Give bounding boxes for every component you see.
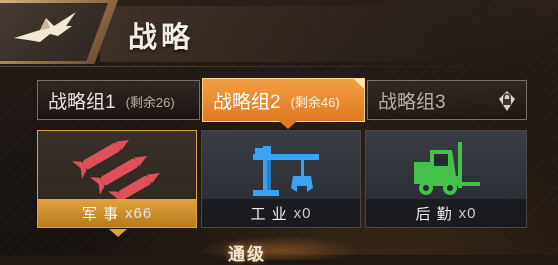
card-military[interactable]: 军 事 x66: [37, 130, 197, 228]
tab-remaining-count: (剩余26): [125, 95, 175, 110]
card-label: 后 勤 x0: [366, 199, 526, 227]
card-art: [366, 131, 526, 201]
lock-icon: [499, 91, 515, 111]
card-art: [202, 131, 360, 201]
card-count: x0: [293, 204, 312, 222]
card-count: x0: [458, 204, 477, 222]
page-title: 战略: [128, 22, 195, 54]
card-name: 军 事: [81, 205, 119, 223]
card-name: 后 勤: [415, 205, 453, 223]
strategy-group-tabs: 战略组1 (剩余26) 战略组2 (剩余46) 战略组3: [37, 78, 527, 129]
missiles-icon: [72, 140, 160, 200]
header-divider: [0, 66, 558, 67]
card-label: 工 业 x0: [202, 199, 360, 227]
forklift-icon: [414, 142, 480, 195]
footer-partial-title: 通级: [228, 245, 266, 264]
card-count: x66: [124, 204, 153, 222]
footer-glow: [200, 236, 360, 260]
tab-label: 战略组2: [213, 91, 281, 113]
tab-strategy-group-3[interactable]: 战略组3: [367, 80, 527, 120]
card-label: 军 事 x66: [38, 199, 196, 227]
strategy-category-cards: 军 事 x66 工 业 x0 后 勤 x0: [37, 130, 527, 237]
card-logistics[interactable]: 后 勤 x0: [365, 130, 527, 228]
tab-label: 战略组3: [378, 91, 446, 113]
tab-strategy-group-2[interactable]: 战略组2 (剩余46): [202, 78, 365, 129]
crane-icon: [253, 146, 319, 196]
card-art: [38, 131, 196, 201]
card-industry[interactable]: 工 业 x0: [201, 130, 361, 228]
tab-corner-accent: [354, 79, 364, 89]
card-selected-pointer: [109, 229, 127, 237]
card-name: 工 业: [250, 205, 288, 223]
header: 战略: [0, 0, 558, 70]
tab-label: 战略组1: [48, 91, 116, 113]
tab-strategy-group-1[interactable]: 战略组1 (剩余26): [37, 80, 200, 120]
tab-remaining-count: (剩余46): [290, 95, 340, 110]
eagle-emblem-icon: [14, 12, 76, 42]
tab-selected-pointer: [279, 121, 297, 129]
